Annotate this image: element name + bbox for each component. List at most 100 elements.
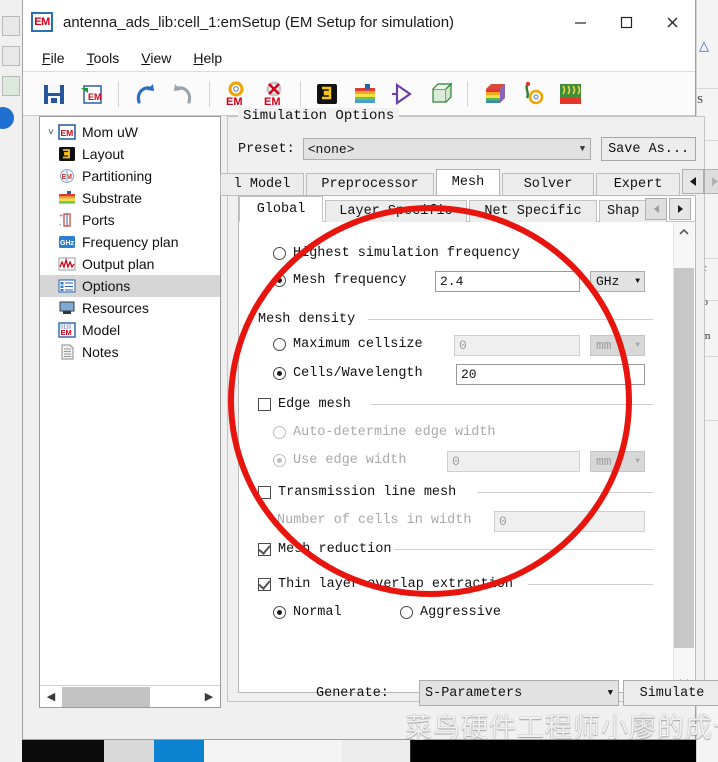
sidebar-item-frequency-plan[interactable]: GHz Frequency plan bbox=[40, 231, 220, 253]
em-setup-window: EM antenna_ads_lib:cell_1:emSetup (EM Se… bbox=[22, 0, 718, 740]
transmission-line-mesh-checkbox[interactable] bbox=[258, 486, 271, 499]
use-edge-width-row[interactable]: Use edge width bbox=[273, 453, 406, 468]
mesh-reduction-checkbox[interactable] bbox=[258, 543, 271, 556]
minimize-button[interactable] bbox=[557, 0, 603, 44]
maximum-cellsize-unit-combo[interactable]: mm ▼ bbox=[590, 335, 645, 356]
bg-text-0: S bbox=[697, 94, 704, 106]
menu-file[interactable]: FFileile bbox=[31, 48, 76, 68]
outer-tab-prev-button[interactable] bbox=[682, 169, 704, 194]
tab-layer-specific[interactable]: Layer Specific bbox=[325, 200, 467, 222]
generate-combo[interactable]: S-Parameters ▼ bbox=[419, 680, 619, 706]
sidebar-item-resources[interactable]: Resources bbox=[40, 297, 220, 319]
mesh-3d-icon[interactable] bbox=[427, 80, 455, 108]
tab-model[interactable]: l Model bbox=[220, 173, 304, 195]
chevron-down-icon[interactable]: ▼ bbox=[635, 277, 640, 286]
use-edge-width-input[interactable]: 0 bbox=[447, 451, 580, 472]
scroll-thumb[interactable] bbox=[674, 268, 694, 648]
chevron-down-icon[interactable]: ▼ bbox=[635, 457, 640, 466]
port-editor-icon[interactable] bbox=[389, 80, 417, 108]
sidebar-item-model[interactable]: 0110 EM Model bbox=[40, 319, 220, 341]
svg-text:EM: EM bbox=[61, 328, 72, 337]
thin-layer-normal-radio[interactable] bbox=[273, 606, 286, 619]
use-edge-width-unit-combo[interactable]: mm ▼ bbox=[590, 451, 645, 472]
simulate-button[interactable]: Simulate bbox=[623, 680, 718, 706]
visualization-icon[interactable] bbox=[556, 80, 584, 108]
tab-expert[interactable]: Expert bbox=[596, 173, 680, 195]
window-controls bbox=[557, 0, 695, 44]
highest-frequency-row[interactable]: Highest simulation frequency bbox=[273, 246, 520, 261]
layout-icon[interactable] bbox=[313, 80, 341, 108]
simulate-em-icon[interactable]: EM bbox=[222, 80, 250, 108]
mesh-tab-pane: Global Layer Specific Net Specific Shap bbox=[238, 195, 696, 693]
cells-in-width-input[interactable]: 0 bbox=[494, 511, 645, 532]
auto-edge-width-radio[interactable] bbox=[273, 426, 286, 439]
form-vertical-scrollbar[interactable] bbox=[673, 222, 694, 692]
sidebar-item-options[interactable]: Options bbox=[40, 275, 220, 297]
chevron-down-icon[interactable]: ▼ bbox=[608, 688, 613, 698]
transmission-line-mesh-row[interactable]: Transmission line mesh bbox=[258, 485, 456, 500]
thin-layer-row[interactable]: Thin layer overlap extraction bbox=[258, 577, 513, 592]
tab-global[interactable]: Global bbox=[239, 196, 323, 222]
highest-frequency-radio[interactable] bbox=[273, 247, 286, 260]
sidebar-item-ports[interactable]: + - Ports bbox=[40, 209, 220, 231]
maximum-cellsize-input[interactable]: 0 bbox=[454, 335, 580, 356]
tab-solver[interactable]: Solver bbox=[502, 173, 594, 195]
chevron-down-icon[interactable]: ˅ bbox=[44, 127, 58, 138]
chevron-down-icon[interactable]: ▼ bbox=[635, 341, 640, 350]
edge-mesh-checkbox[interactable] bbox=[258, 398, 271, 411]
chevron-down-icon[interactable]: ▼ bbox=[580, 144, 585, 154]
mesh-reduction-row[interactable]: Mesh reduction bbox=[258, 542, 391, 557]
scroll-up-icon[interactable] bbox=[674, 222, 694, 242]
maximum-cellsize-row[interactable]: Maximum cellsize bbox=[273, 337, 423, 352]
mesh-frequency-unit-combo[interactable]: GHz ▼ bbox=[590, 271, 645, 292]
model-icon[interactable] bbox=[518, 80, 546, 108]
maximize-button[interactable] bbox=[603, 0, 649, 44]
bg-glyph-icon: △ bbox=[699, 38, 709, 53]
cells-wavelength-radio[interactable] bbox=[273, 367, 286, 380]
menu-view[interactable]: View bbox=[130, 48, 182, 68]
sidebar-item-partitioning[interactable]: EM Partitioning bbox=[40, 165, 220, 187]
save-em-setup-icon[interactable]: EM bbox=[78, 80, 106, 108]
tab-mesh[interactable]: Mesh bbox=[436, 169, 500, 195]
outer-tab-next-button[interactable] bbox=[704, 169, 718, 194]
undo-icon[interactable] bbox=[131, 80, 159, 108]
em-cosim-icon[interactable] bbox=[480, 80, 508, 108]
sidebar-item-substrate[interactable]: Substrate bbox=[40, 187, 220, 209]
tab-net-specific[interactable]: Net Specific bbox=[469, 200, 597, 222]
thin-layer-checkbox[interactable] bbox=[258, 578, 271, 591]
inner-tab-next-button[interactable] bbox=[669, 198, 691, 220]
menu-help[interactable]: Help bbox=[182, 48, 233, 68]
sidebar-item-notes[interactable]: Notes bbox=[40, 341, 220, 363]
tab-preprocessor[interactable]: Preprocessor bbox=[306, 173, 434, 195]
thin-layer-aggressive-row[interactable]: Aggressive bbox=[400, 605, 501, 620]
preset-combo[interactable]: <none> ▼ bbox=[302, 138, 592, 160]
menu-tools[interactable]: Tools bbox=[76, 48, 131, 68]
sidebar-item-output-plan[interactable]: Output plan bbox=[40, 253, 220, 275]
mesh-global-form: Highest simulation frequency Mesh freque… bbox=[240, 222, 674, 692]
redo-icon[interactable] bbox=[169, 80, 197, 108]
cells-wavelength-input[interactable]: 20 bbox=[456, 364, 645, 385]
tree-root-mom-uw[interactable]: ˅ EM Mom uW bbox=[40, 121, 220, 143]
svg-text:EM: EM bbox=[61, 128, 74, 138]
sidebar-label-notes: Notes bbox=[82, 344, 119, 360]
auto-edge-width-row[interactable]: Auto-determine edge width bbox=[273, 425, 496, 440]
sidebar-item-layout[interactable]: Layout bbox=[40, 143, 220, 165]
use-edge-width-unit-value: mm bbox=[596, 454, 612, 469]
save-icon[interactable] bbox=[40, 80, 68, 108]
mesh-frequency-radio[interactable] bbox=[273, 274, 286, 287]
toolbar-separator-2 bbox=[209, 80, 210, 107]
thin-layer-aggressive-radio[interactable] bbox=[400, 606, 413, 619]
stop-em-icon[interactable]: EM bbox=[260, 80, 288, 108]
inner-tab-prev-button[interactable] bbox=[645, 198, 667, 220]
close-button[interactable] bbox=[649, 0, 695, 44]
thin-layer-normal-row[interactable]: Normal bbox=[273, 605, 342, 620]
mesh-frequency-input[interactable]: 2.4 bbox=[435, 271, 580, 292]
use-edge-width-radio[interactable] bbox=[273, 454, 286, 467]
save-as-button[interactable]: Save As... bbox=[601, 137, 696, 161]
cells-wavelength-row[interactable]: Cells/Wavelength bbox=[273, 366, 423, 381]
maximum-cellsize-radio[interactable] bbox=[273, 338, 286, 351]
mesh-frequency-row[interactable]: Mesh frequency bbox=[273, 273, 406, 288]
preset-label: Preset: bbox=[238, 141, 295, 157]
substrate-icon[interactable] bbox=[351, 80, 379, 108]
edge-mesh-row[interactable]: Edge mesh bbox=[258, 397, 351, 412]
